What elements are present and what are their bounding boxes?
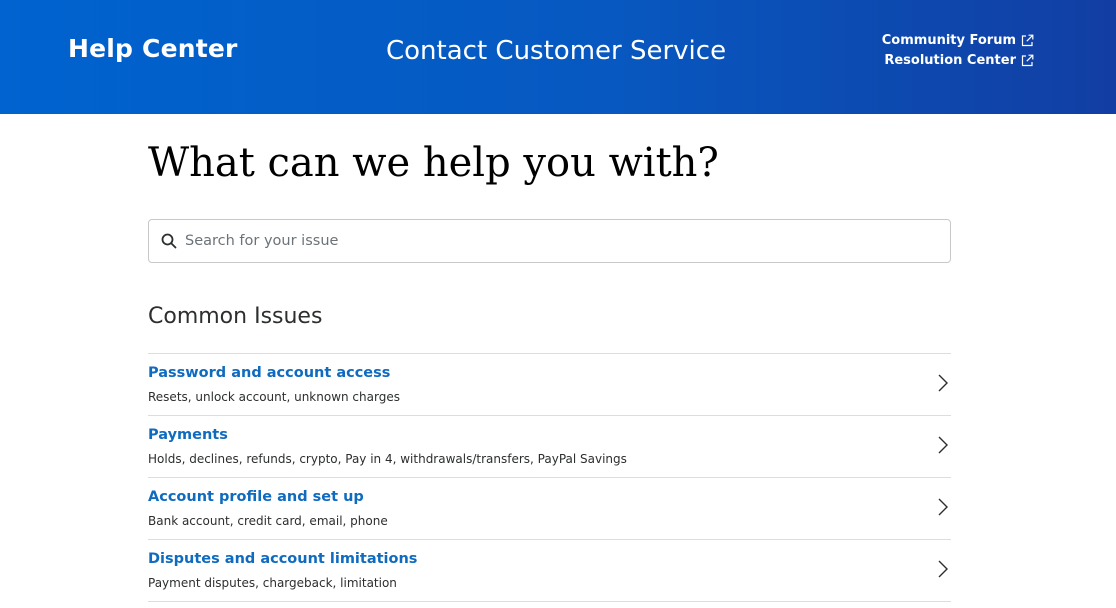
community-forum-link[interactable]: Community Forum [882,33,1034,48]
issue-description: Resets, unlock account, unknown charges [148,390,400,404]
issue-title[interactable]: Payments [148,427,228,443]
chevron-right-icon [937,497,949,517]
issue-title[interactable]: Account profile and set up [148,489,364,505]
search-box[interactable] [148,219,951,263]
community-forum-label: Community Forum [881,33,1016,48]
chevron-right-icon [937,373,949,393]
search-input[interactable] [185,220,950,262]
resolution-center-label: Resolution Center [884,53,1016,68]
issue-description: Holds, declines, refunds, crypto, Pay in… [148,452,627,466]
external-link-icon [1021,34,1034,47]
chevron-right-icon [937,559,949,579]
common-issues-list: Password and account access Resets, unlo… [148,353,951,602]
chevron-right-icon [937,435,949,455]
site-header: Help Center Contact Customer Service Com… [0,0,1116,114]
issue-payments[interactable]: Payments Holds, declines, refunds, crypt… [148,416,951,478]
help-center-link[interactable]: Help Center [68,34,238,63]
page-title: What can we help you with? [148,140,719,186]
issue-title[interactable]: Password and account access [148,365,390,381]
common-issues-heading: Common Issues [148,304,323,329]
issue-description: Bank account, credit card, email, phone [148,514,388,528]
resolution-center-link[interactable]: Resolution Center [884,53,1034,68]
header-links: Community Forum Resolution Center [882,33,1034,68]
issue-password-account-access[interactable]: Password and account access Resets, unlo… [148,354,951,416]
search-icon [161,233,177,249]
contact-customer-service-link[interactable]: Contact Customer Service [386,36,726,66]
issue-account-profile-setup[interactable]: Account profile and set up Bank account,… [148,478,951,540]
issue-description: Payment disputes, chargeback, limitation [148,576,397,590]
issue-disputes-limitations[interactable]: Disputes and account limitations Payment… [148,540,951,602]
external-link-icon [1021,54,1034,67]
issue-title[interactable]: Disputes and account limitations [148,551,417,567]
